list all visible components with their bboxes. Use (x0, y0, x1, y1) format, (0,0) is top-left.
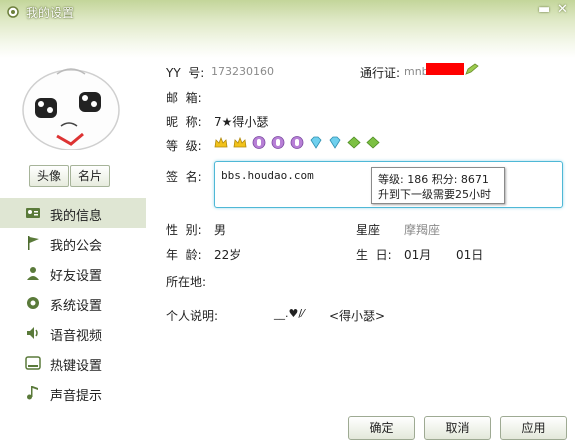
signature-label: 签 名: (166, 170, 202, 184)
birthday-day: 01日 (456, 248, 484, 262)
personal-note-symbols: __.♥/⁄ (274, 307, 304, 320)
birthday-label: 生 日: (356, 248, 392, 262)
music-note-icon (27, 386, 38, 400)
tooltip-next-level: 升到下一级需要25小时 (378, 188, 491, 201)
close-button[interactable]: ✕ (557, 2, 568, 17)
clover-icon (366, 136, 380, 149)
sidebar-item-friend-settings[interactable]: 好友设置 (0, 258, 146, 288)
sidebar-item-label: 语音视频 (50, 329, 103, 344)
level-label: 等 级: (166, 139, 202, 153)
moon-icon (290, 136, 304, 149)
sidebar-item-my-info[interactable]: 我的信息 (0, 198, 146, 228)
passport-label: 通行证: (360, 66, 401, 80)
crown-icon (214, 136, 228, 148)
gear-icon (27, 297, 39, 309)
nickname-label: 昵 称: (166, 115, 202, 129)
gender-value: 男 (214, 223, 227, 237)
cancel-button[interactable]: 取消 (424, 416, 491, 440)
title-bar: 我的设置 ▬ ✕ (0, 0, 575, 58)
flag-icon (28, 236, 39, 250)
constellation-value: 摩羯座 (404, 223, 441, 237)
edit-pencil-icon[interactable] (465, 63, 479, 75)
sidebar-item-label: 我的信息 (50, 209, 103, 224)
avatar[interactable] (17, 62, 125, 151)
diamond-icon (310, 136, 322, 149)
yy-number-label: YY 号: (166, 66, 205, 80)
window-title: 我的设置 (26, 6, 75, 20)
personal-note-label: 个人说明: (166, 309, 219, 323)
crown-icon (233, 136, 247, 148)
avatar-image (22, 68, 120, 151)
apply-button[interactable]: 应用 (500, 416, 567, 440)
email-label: 邮 箱: (166, 91, 202, 105)
sidebar-nav: 我的信息 我的公会 好友设置 系统设置 语音视频 热键设置 声音提示 (0, 198, 146, 408)
sidebar-item-voice-video[interactable]: 语音视频 (0, 318, 146, 348)
keyboard-icon (25, 356, 41, 370)
signature-text: bbs.houdao.com (221, 169, 314, 182)
sidebar-item-my-guild[interactable]: 我的公会 (0, 228, 146, 258)
sidebar-item-label: 系统设置 (50, 299, 103, 314)
tooltip-level-points: 等级: 186 积分: 8671 (378, 173, 489, 186)
id-card-icon (26, 208, 40, 218)
speaker-icon (27, 327, 38, 339)
clover-icon (347, 136, 361, 149)
gender-label: 性 别: (166, 223, 202, 237)
level-tooltip: 等级: 186 积分: 8671 升到下一级需要25小时 (371, 167, 505, 204)
yy-number-value: 173230160 (211, 65, 274, 78)
moon-icon (252, 136, 266, 149)
ok-button[interactable]: 确定 (348, 416, 415, 440)
redacted-passport (426, 63, 464, 75)
sidebar-item-label: 好友设置 (50, 269, 103, 284)
nickname-value: 7★得小瑟 (214, 115, 269, 129)
card-button[interactable]: 名片 (70, 165, 110, 187)
age-value: 22岁 (214, 248, 242, 262)
sidebar-item-hotkey-settings[interactable]: 热键设置 (0, 348, 146, 378)
birthday-month: 01月 (404, 248, 432, 262)
diamond-icon (329, 136, 341, 149)
sidebar-item-system-settings[interactable]: 系统设置 (0, 288, 146, 318)
avatar-button[interactable]: 头像 (29, 165, 69, 187)
sidebar-item-label: 热键设置 (50, 359, 103, 374)
person-icon (27, 267, 39, 280)
age-label: 年 龄: (166, 248, 202, 262)
sidebar-item-label: 声音提示 (50, 389, 103, 404)
minimize-button[interactable]: ▬ (538, 2, 550, 17)
constellation-label: 星座 (356, 223, 381, 237)
location-label: 所在地: (166, 275, 207, 289)
personal-note-text: <得小瑟> (329, 309, 386, 323)
moon-icon (271, 136, 285, 149)
sidebar-item-label: 我的公会 (50, 239, 103, 254)
gear-icon (7, 6, 19, 18)
passport-value: mnb (404, 65, 429, 78)
sidebar-item-sound-alerts[interactable]: 声音提示 (0, 378, 146, 408)
